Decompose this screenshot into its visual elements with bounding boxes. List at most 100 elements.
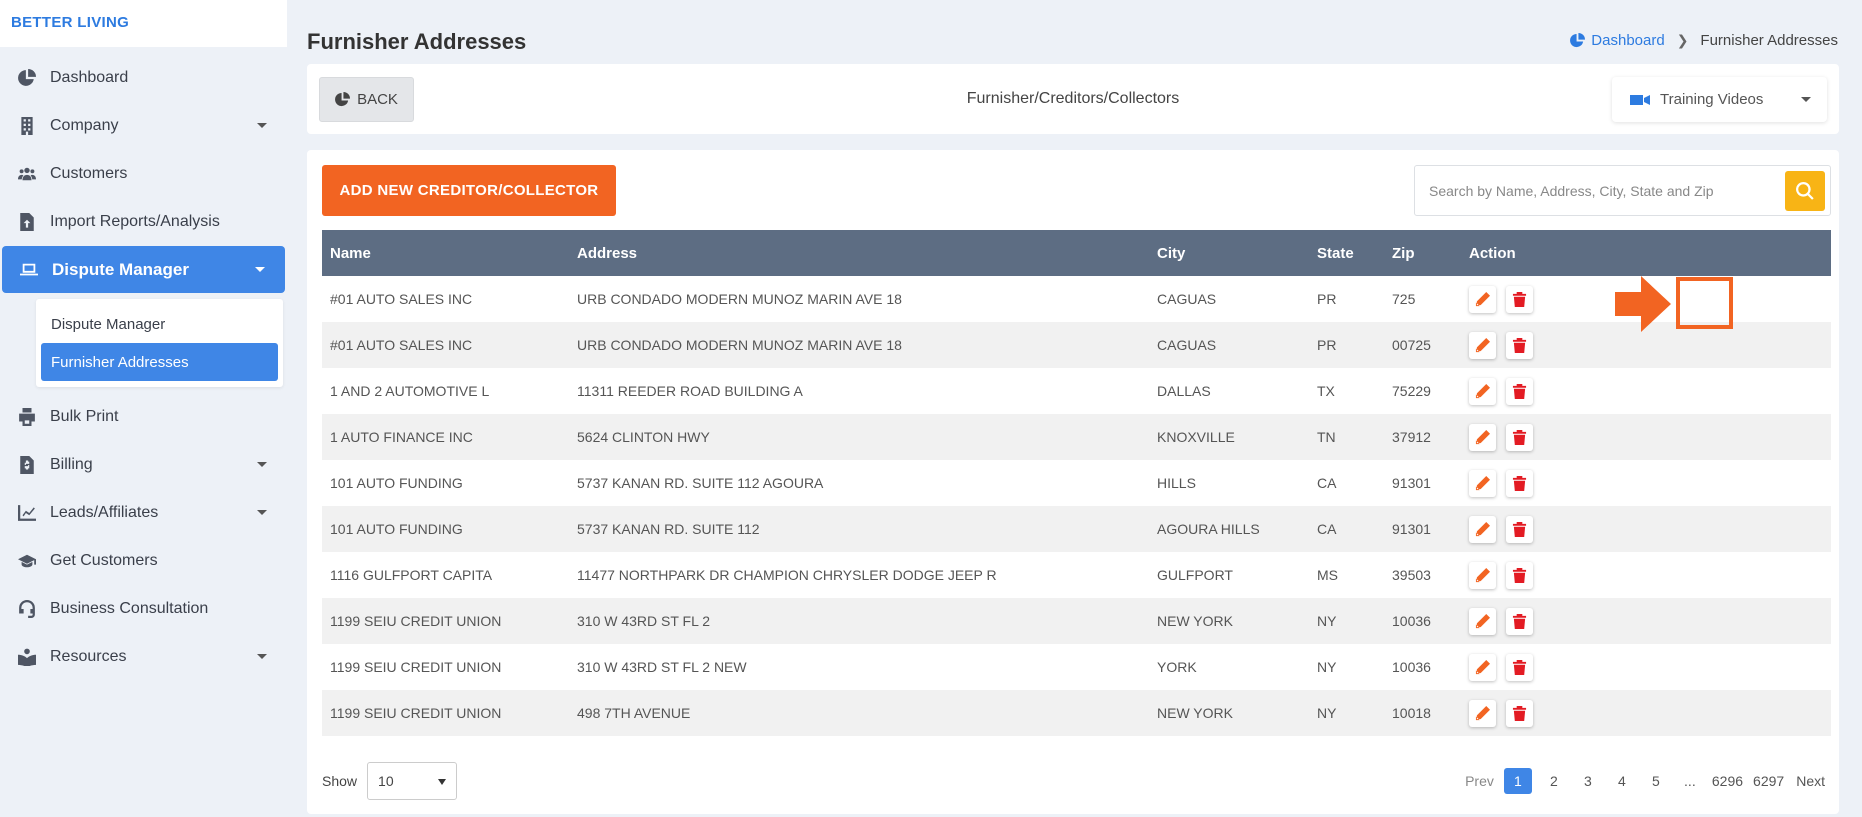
cell-name: #01 AUTO SALES INC	[330, 291, 473, 307]
sidebar-item-business-consultation[interactable]: Business Consultation	[0, 585, 287, 633]
edit-button[interactable]	[1469, 607, 1496, 635]
delete-button[interactable]	[1506, 653, 1533, 681]
delete-button[interactable]	[1506, 423, 1533, 451]
trash-icon	[1512, 659, 1527, 675]
cell-name: 101 AUTO FUNDING	[330, 521, 463, 537]
column-header-action: Action	[1469, 244, 1516, 262]
breadcrumb-dashboard-link[interactable]: Dashboard	[1570, 32, 1665, 49]
column-header-state[interactable]: State	[1309, 230, 1384, 276]
row-actions	[1469, 653, 1831, 681]
sidebar-item-customers[interactable]: Customers	[0, 150, 287, 198]
cell-zip: 10036	[1392, 613, 1431, 629]
sidebar-item-resources[interactable]: Resources	[0, 633, 287, 681]
pagination-page[interactable]: 1	[1503, 768, 1532, 794]
chevron-down-icon	[255, 267, 265, 272]
cell-address: 5737 KANAN RD. SUITE 112 AGOURA	[577, 475, 824, 491]
sidebar-item-label: Company	[50, 117, 119, 134]
trash-icon	[1512, 567, 1527, 583]
submenu-item-furnisher-addresses[interactable]: Furnisher Addresses	[41, 343, 278, 381]
edit-button[interactable]	[1469, 561, 1496, 589]
pencil-icon	[1475, 429, 1490, 444]
brand-logo[interactable]: BETTER LIVING	[0, 0, 287, 47]
pagination-page[interactable]: 3	[1576, 768, 1600, 794]
edit-button[interactable]	[1469, 423, 1496, 451]
cell-name: 1116 GULFPORT CAPITA	[330, 567, 493, 583]
sidebar-item-leads-affiliates[interactable]: Leads/Affiliates	[0, 489, 287, 537]
cell-city: YORK	[1157, 659, 1197, 675]
row-actions	[1469, 469, 1831, 497]
edit-button[interactable]	[1469, 515, 1496, 543]
pagination-page[interactable]: 6296	[1712, 768, 1743, 794]
sidebar-item-label: Leads/Affiliates	[50, 504, 159, 521]
sidebar-item-import-reports[interactable]: Import Reports/Analysis	[0, 198, 287, 246]
pagination-prev[interactable]: Prev	[1465, 773, 1494, 789]
trash-icon	[1512, 475, 1527, 491]
cell-action	[1461, 506, 1831, 552]
cell-name: 1199 SEIU CREDIT UNION	[330, 705, 502, 721]
pagination-next[interactable]: Next	[1796, 773, 1825, 789]
book-reader-icon	[16, 647, 38, 667]
sidebar-item-label: Bulk Print	[50, 408, 119, 425]
delete-button[interactable]	[1506, 285, 1533, 313]
section-title: Furnisher/Creditors/Collectors	[966, 90, 1180, 107]
sidebar-item-dispute-manager[interactable]: Dispute Manager	[2, 246, 285, 293]
pencil-icon	[1475, 383, 1490, 398]
table-row: 1116 GULFPORT CAPITA 11477 NORTHPARK DR C…	[322, 552, 1831, 598]
cell-state: TX	[1317, 383, 1335, 399]
edit-button[interactable]	[1469, 377, 1496, 405]
printer-icon	[16, 407, 38, 427]
delete-button[interactable]	[1506, 515, 1533, 543]
sidebar-item-dashboard[interactable]: Dashboard	[0, 54, 287, 102]
cell-state: PR	[1317, 291, 1337, 307]
column-header-zip[interactable]: Zip	[1384, 230, 1461, 276]
cell-name: 1199 SEIU CREDIT UNION	[330, 659, 502, 675]
delete-button[interactable]	[1506, 469, 1533, 497]
row-actions	[1469, 561, 1831, 589]
table-body: #01 AUTO SALES INC URB CONDADO MODERN MUN…	[322, 276, 1831, 736]
sidebar-item-label: Business Consultation	[50, 600, 209, 617]
pagination-page[interactable]: 4	[1610, 768, 1634, 794]
sidebar-item-label: Import Reports/Analysis	[50, 213, 220, 230]
sidebar-item-bulk-print[interactable]: Bulk Print	[0, 393, 287, 441]
page-size-select[interactable]: 10	[367, 762, 458, 800]
pagination-page[interactable]: 5	[1644, 768, 1668, 794]
cell-address: URB CONDADO MODERN MUNOZ MARIN AVE 18	[577, 291, 902, 307]
delete-button[interactable]	[1506, 561, 1533, 589]
column-header-name[interactable]: Name	[322, 230, 569, 276]
trash-icon	[1512, 613, 1527, 629]
sidebar-item-get-customers[interactable]: Get Customers	[0, 537, 287, 585]
pagination-page[interactable]: 2	[1542, 768, 1566, 794]
add-new-creditor-button[interactable]: ADD NEW CREDITOR/COLLECTOR	[322, 165, 616, 216]
pencil-icon	[1475, 659, 1490, 674]
chevron-right-icon: ❯	[1676, 32, 1689, 48]
cell-address: 5737 KANAN RD. SUITE 112	[577, 521, 760, 537]
cell-city: CAGUAS	[1157, 337, 1217, 353]
search-button[interactable]	[1785, 170, 1825, 211]
submenu-item-dispute-manager[interactable]: Dispute Manager	[41, 305, 278, 343]
column-header-address[interactable]: Address	[569, 230, 1149, 276]
pencil-icon	[1475, 567, 1490, 582]
row-actions	[1469, 423, 1831, 451]
edit-button[interactable]	[1469, 699, 1496, 727]
pencil-icon	[1475, 337, 1490, 352]
edit-button[interactable]	[1469, 285, 1496, 313]
table-row: 101 AUTO FUNDING 5737 KANAN RD. SUITE 112…	[322, 460, 1831, 506]
delete-button[interactable]	[1506, 377, 1533, 405]
sidebar-nav: Dashboard Company Customers Import Repor…	[0, 54, 287, 293]
delete-button[interactable]	[1506, 331, 1533, 359]
edit-button[interactable]	[1469, 331, 1496, 359]
pagination-page[interactable]: 6297	[1753, 768, 1784, 794]
sidebar-item-company[interactable]: Company	[0, 102, 287, 150]
headset-icon	[16, 599, 38, 619]
edit-button[interactable]	[1469, 653, 1496, 681]
edit-button[interactable]	[1469, 469, 1496, 497]
column-header-city[interactable]: City	[1149, 230, 1309, 276]
sidebar-item-billing[interactable]: Billing	[0, 441, 287, 489]
building-icon	[16, 116, 38, 136]
delete-button[interactable]	[1506, 607, 1533, 635]
cell-city: HILLS	[1157, 475, 1196, 491]
search-input[interactable]	[1415, 170, 1785, 211]
training-videos-dropdown[interactable]: Training Videos	[1612, 77, 1827, 122]
delete-button[interactable]	[1506, 699, 1533, 727]
cell-city: NEW YORK	[1157, 705, 1233, 721]
